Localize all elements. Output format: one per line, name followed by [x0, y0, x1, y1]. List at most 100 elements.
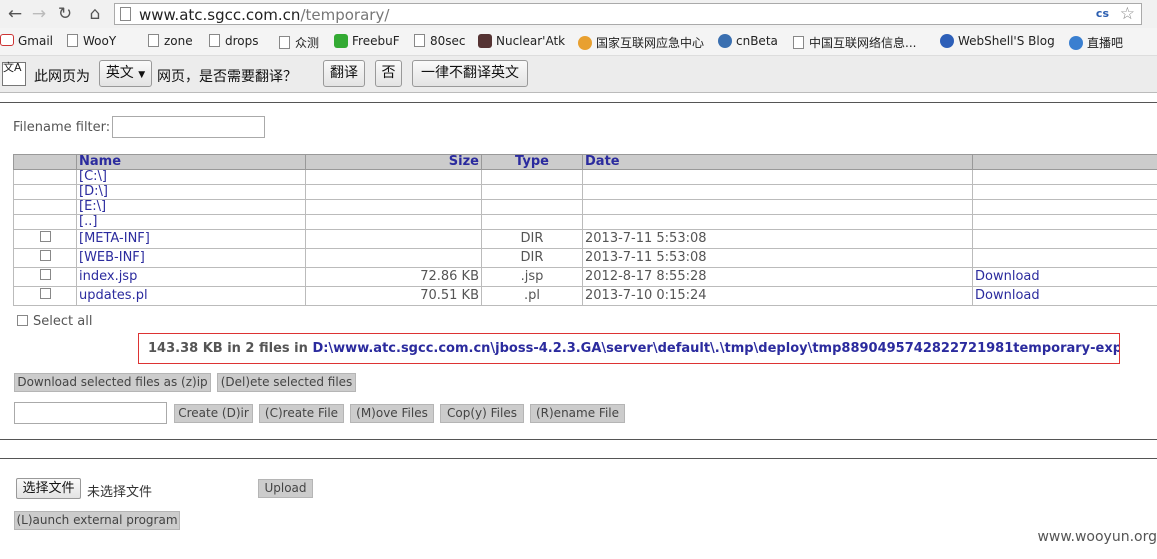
address-bar[interactable]: www.atc.sgcc.com.cn/temporary/ cs ☆	[114, 3, 1142, 25]
file-date: 2012-8-17 8:55:28	[583, 268, 973, 287]
page-icon	[209, 34, 220, 47]
bookmark-webshell[interactable]: WebShell'S Blog	[940, 34, 1055, 48]
select-all-checkbox[interactable]	[17, 315, 28, 326]
bookmark-zone[interactable]: zone	[148, 34, 193, 48]
file-type: DIR	[482, 249, 583, 268]
header-size[interactable]: Size	[306, 155, 482, 170]
delete-selected-button[interactable]: (Del)ete selected files	[217, 373, 356, 392]
file-size	[306, 230, 482, 249]
bookmark-star-icon[interactable]: ☆	[1120, 4, 1135, 24]
bookmark-label: WooY	[83, 34, 116, 48]
table-row: [..]	[14, 215, 1157, 230]
cs-extension-icon[interactable]: cs	[1096, 7, 1109, 20]
no-file-chosen-label: 未选择文件	[87, 481, 152, 500]
table-header-row: Name Size Type Date	[14, 155, 1157, 170]
never-translate-button[interactable]: 一律不翻译英文	[412, 60, 528, 87]
row-checkbox[interactable]	[40, 250, 51, 261]
bookmark-gmail[interactable]: Gmail	[0, 34, 53, 48]
file-table: Name Size Type Date [C:\] [D:\] [E:\] [.…	[13, 154, 1157, 306]
launch-program-button[interactable]: (L)aunch external program	[14, 511, 180, 530]
watermark: www.wooyun.org	[1037, 529, 1157, 545]
table-row: [WEB-INF] DIR 2013-7-11 5:53:08	[14, 249, 1157, 268]
download-link[interactable]: Download	[975, 288, 1040, 303]
forward-icon[interactable]: →	[29, 4, 49, 24]
choose-file-button[interactable]: 选择文件	[16, 478, 81, 499]
file-date: 2013-7-11 5:53:08	[583, 249, 973, 268]
cnbeta-icon	[718, 34, 732, 48]
header-name[interactable]: Name	[77, 155, 306, 170]
row-checkbox[interactable]	[40, 288, 51, 299]
download-link[interactable]: Download	[975, 269, 1040, 284]
drive-link[interactable]: [D:\]	[79, 185, 108, 200]
drive-link[interactable]: [E:\]	[79, 200, 106, 215]
translate-question: 网页，是否需要翻译？	[157, 66, 297, 86]
table-row: [META-INF] DIR 2013-7-11 5:53:08	[14, 230, 1157, 249]
file-name-link[interactable]: [META-INF]	[79, 231, 150, 246]
page-icon	[148, 34, 159, 47]
bookmark-drops[interactable]: drops	[209, 34, 259, 48]
bookmark-nuclear[interactable]: Nuclear'Atk	[478, 34, 565, 48]
file-type: .pl	[482, 287, 583, 306]
bookmark-label: WebShell'S Blog	[958, 34, 1055, 48]
reload-icon[interactable]: ↻	[55, 4, 75, 24]
bookmark-zhongce[interactable]: 众测	[279, 34, 319, 51]
bookmark-label: 众测	[295, 36, 319, 50]
table-row: [E:\]	[14, 200, 1157, 215]
url-path: /temporary/	[300, 6, 389, 24]
url-text: www.atc.sgcc.com.cn/temporary/	[139, 6, 389, 24]
home-icon[interactable]: ⌂	[85, 4, 105, 24]
bookmark-label: 80sec	[430, 34, 466, 48]
language-label: 英文	[106, 65, 134, 81]
bookmark-wooyun[interactable]: WooY	[67, 34, 116, 48]
bookmark-label: drops	[225, 34, 259, 48]
table-row: updates.pl 70.51 KB .pl 2013-7-10 0:15:2…	[14, 287, 1157, 306]
bookmark-cnbeta[interactable]: cnBeta	[718, 34, 778, 48]
copy-files-button[interactable]: Cop(y) Files	[440, 404, 524, 423]
url-host: www.atc.sgcc.com.cn	[139, 6, 300, 24]
table-row: [D:\]	[14, 185, 1157, 200]
drive-link[interactable]: [C:\]	[79, 170, 107, 185]
move-files-button[interactable]: (M)ove Files	[350, 404, 434, 423]
file-type: .jsp	[482, 268, 583, 287]
translate-icon: 文A	[2, 62, 26, 86]
cncert-icon	[578, 36, 592, 50]
gmail-icon	[0, 34, 14, 46]
bookmark-label: cnBeta	[736, 34, 778, 48]
freebuf-icon	[334, 34, 348, 48]
bookmark-80sec[interactable]: 80sec	[414, 34, 466, 48]
row-checkbox[interactable]	[40, 231, 51, 242]
file-name-link[interactable]: index.jsp	[79, 269, 137, 284]
bookmark-label: Nuclear'Atk	[496, 34, 565, 48]
zhibo8-icon	[1069, 36, 1083, 50]
upload-button[interactable]: Upload	[258, 479, 313, 498]
create-file-button[interactable]: (C)reate File	[259, 404, 344, 423]
bookmark-label: Gmail	[18, 34, 53, 48]
chevron-down-icon: ▼	[138, 70, 145, 80]
bookmark-cncert[interactable]: 国家互联网应急中心	[578, 34, 704, 51]
language-select[interactable]: 英文 ▼	[99, 60, 152, 87]
file-name-link[interactable]: [WEB-INF]	[79, 250, 145, 265]
file-type: DIR	[482, 230, 583, 249]
download-selected-button[interactable]: Download selected files as (z)ip	[14, 373, 211, 392]
row-checkbox[interactable]	[40, 269, 51, 280]
no-translate-button[interactable]: 否	[375, 60, 402, 87]
translate-button[interactable]: 翻译	[323, 60, 365, 87]
rename-file-button[interactable]: (R)ename File	[530, 404, 625, 423]
table-row: index.jsp 72.86 KB .jsp 2012-8-17 8:55:2…	[14, 268, 1157, 287]
filename-filter-input[interactable]	[112, 116, 265, 138]
header-date[interactable]: Date	[583, 155, 973, 170]
parent-dir-link[interactable]: [..]	[79, 215, 97, 230]
filename-filter-label: Filename filter:	[13, 120, 110, 135]
new-name-input[interactable]	[14, 402, 167, 424]
file-name-link[interactable]: updates.pl	[79, 288, 148, 303]
webshell-icon	[940, 34, 954, 48]
bookmark-label: 国家互联网应急中心	[596, 36, 704, 50]
bookmark-cnnic[interactable]: 中国互联网络信息...	[793, 34, 916, 51]
bookmark-freebuf[interactable]: FreebuF	[334, 34, 400, 48]
bookmark-zhibo8[interactable]: 直播吧	[1069, 34, 1123, 51]
back-icon[interactable]: ←	[5, 4, 25, 24]
page-icon	[793, 36, 804, 49]
file-size: 72.86 KB	[306, 268, 482, 287]
create-dir-button[interactable]: Create (D)ir	[174, 404, 253, 423]
header-type[interactable]: Type	[482, 155, 583, 170]
